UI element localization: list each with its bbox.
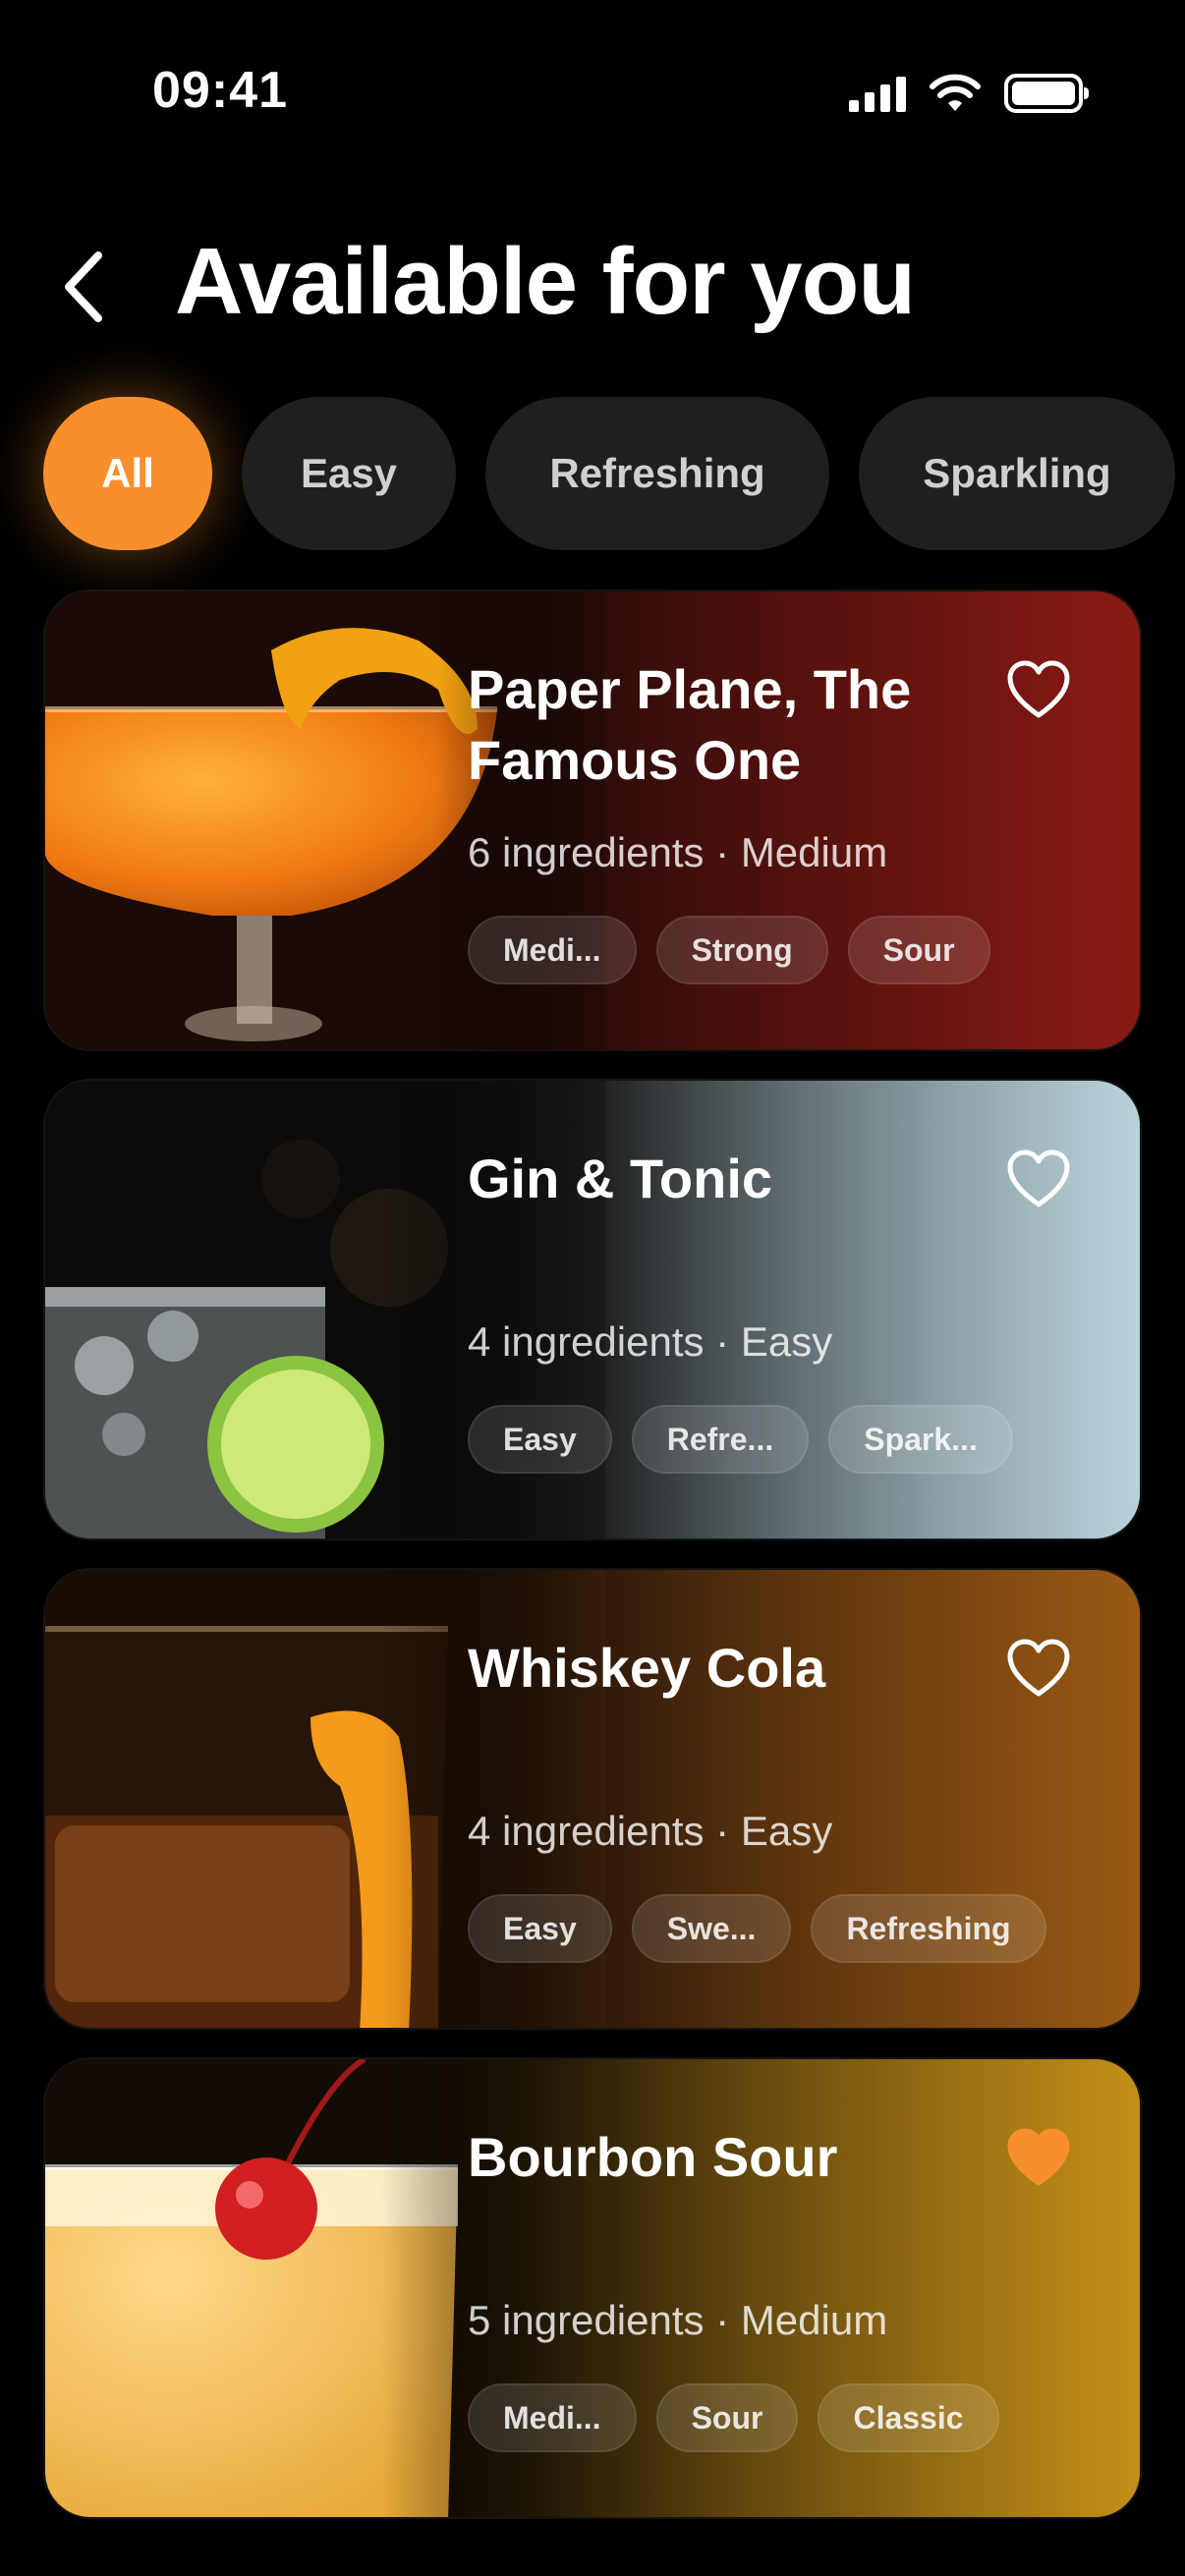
filter-chip-all[interactable]: All [43,397,212,550]
favorite-button[interactable] [1006,660,1071,719]
battery-icon [1004,74,1089,113]
wifi-icon [930,74,981,111]
tag: Refre... [631,1405,810,1474]
cocktail-card[interactable]: Bourbon Sour 5 ingredients · Medium Medi… [43,2057,1142,2519]
cocktail-card[interactable]: Paper Plane, The Famous One 6 ingredient… [43,589,1142,1051]
app-screen: 09:41 Available for you All Easy Refresh… [0,0,1185,2576]
cocktail-tags: Easy Refre... Spark... [468,1405,1013,1474]
tag: Refreshing [811,1894,1046,1963]
tag: Easy [468,1405,612,1474]
cocktail-name: Bourbon Sour [468,2126,838,2188]
heart-icon [1007,2128,1070,2186]
favorite-button[interactable] [1006,1639,1071,1698]
tag: Sour [655,2383,799,2452]
filter-chip-easy[interactable]: Easy [242,397,456,550]
back-button[interactable] [49,246,118,328]
page-title: Available for you [175,229,916,334]
cocktail-tags: Medi... Sour Classic [468,2383,999,2452]
heart-icon [1007,1639,1070,1697]
cocktail-meta: 5 ingredients · Medium [468,2297,888,2343]
heart-icon [1007,660,1070,718]
status-bar: 09:41 [0,0,1185,187]
cocktail-name: Whiskey Cola [468,1637,826,1699]
status-icons [849,71,1089,116]
cocktail-card[interactable]: Gin & Tonic 4 ingredients · Easy Easy Re… [43,1079,1142,1540]
heart-icon [1007,1149,1070,1207]
tag: Classic [818,2383,999,2452]
cocktail-tags: Easy Swe... Refreshing [468,1894,1046,1963]
tag: Sour [847,916,990,984]
filter-chips: All Easy Refreshing Sparkling [0,397,1185,554]
cocktail-tags: Medi... Strong Sour [468,916,990,984]
chevron-left-icon [65,252,102,322]
cellular-signal-icon [849,75,906,112]
tag: Strong [655,916,828,984]
tag: Easy [468,1894,612,1963]
tag: Swe... [631,1894,792,1963]
tag: Spark... [828,1405,1013,1474]
favorite-button[interactable] [1006,2128,1071,2187]
cocktail-name: Paper Plane, The Famous One [468,658,912,791]
cocktail-card[interactable]: Whiskey Cola 4 ingredients · Easy Easy S… [43,1568,1142,2030]
cocktail-meta: 4 ingredients · Easy [468,1808,833,1854]
filter-chip-sparkling[interactable]: Sparkling [859,397,1175,550]
cocktail-name: Gin & Tonic [468,1148,773,1209]
filter-chip-refreshing[interactable]: Refreshing [485,397,829,550]
cocktail-meta: 4 ingredients · Easy [468,1318,833,1365]
favorite-button[interactable] [1006,1149,1071,1208]
cocktail-meta: 6 ingredients · Medium [468,829,888,875]
tag: Medi... [468,2383,637,2452]
status-time: 09:41 [152,62,288,119]
tag: Medi... [468,916,637,984]
